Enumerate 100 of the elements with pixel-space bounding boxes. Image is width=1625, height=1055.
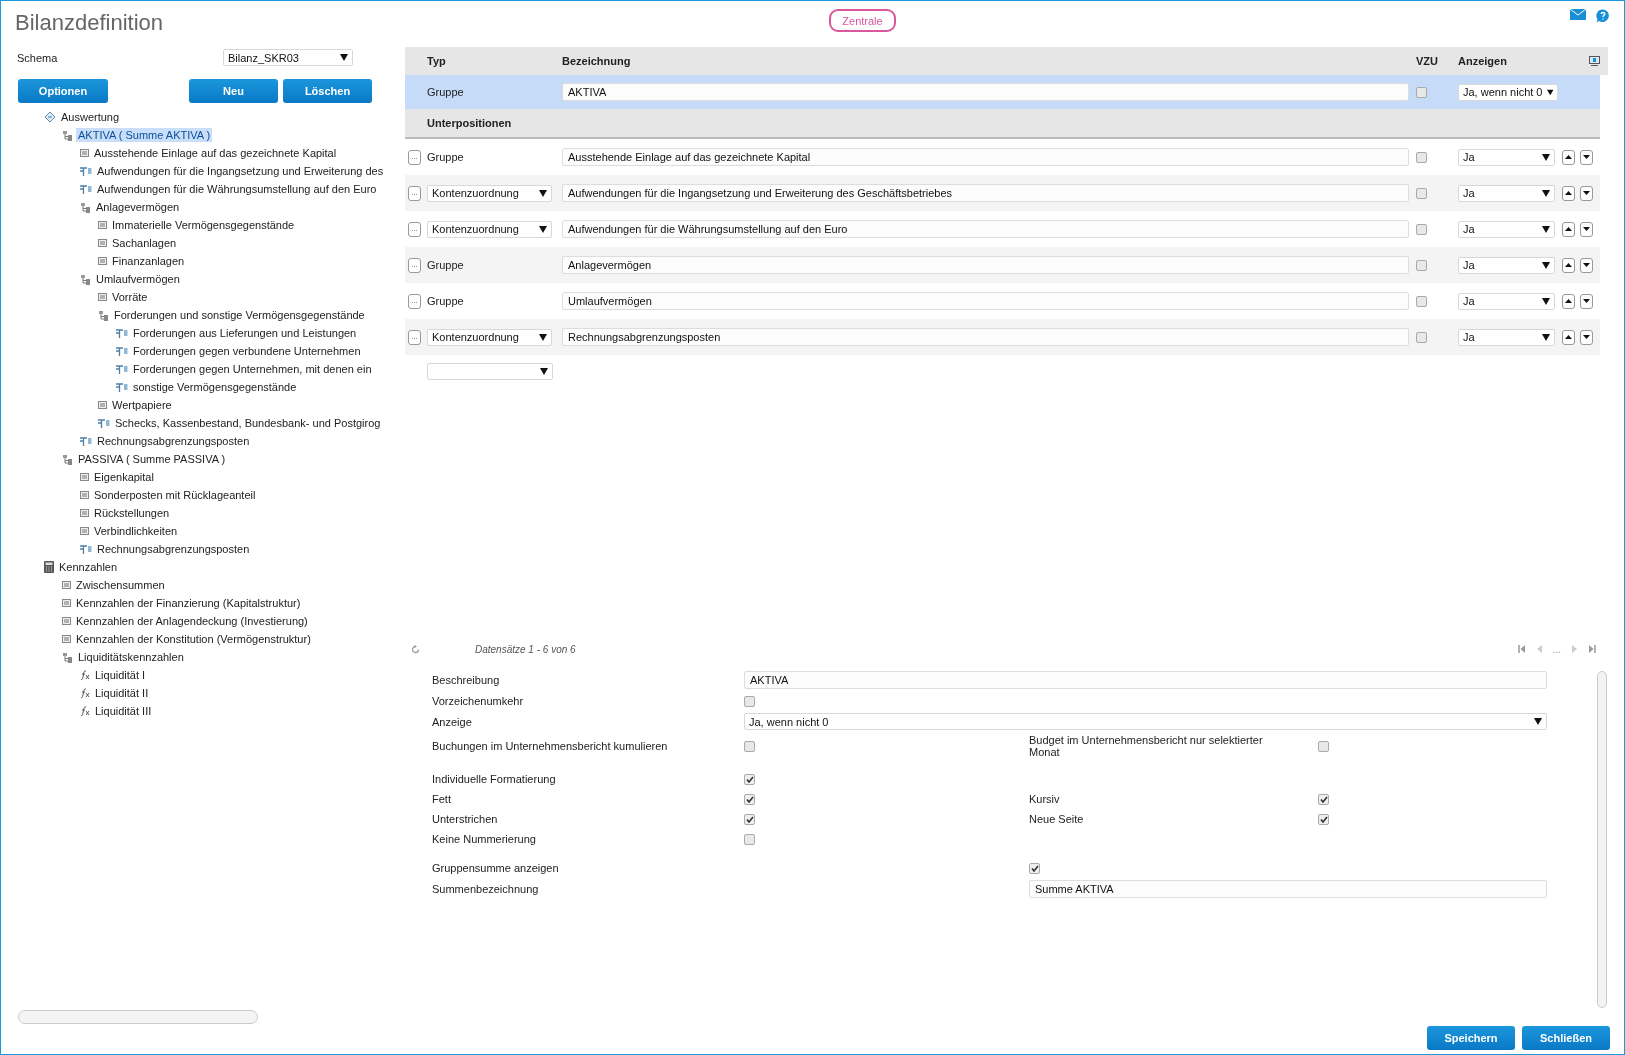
tree-item[interactable]: Forderungen und sonstige Vermögensgegenstände (112, 308, 367, 322)
name-field[interactable]: Ausstehende Einlage auf das gezeichnete Kapital (562, 148, 1409, 166)
checkbox[interactable] (744, 773, 755, 785)
tree-item[interactable]: Zwischensummen (74, 578, 167, 592)
move-down-button[interactable] (1580, 221, 1593, 237)
display-select[interactable]: Ja (1458, 256, 1555, 274)
checkbox[interactable] (1416, 331, 1427, 343)
refresh-icon[interactable] (411, 644, 420, 654)
move-down-button[interactable] (1580, 329, 1593, 345)
tree-item[interactable]: Rechnungsabgrenzungsposten (95, 434, 252, 448)
checkbox[interactable] (744, 813, 755, 825)
action-button[interactable]: Speichern (1427, 1026, 1515, 1050)
tree-item[interactable]: Forderungen aus Lieferungen und Leistungen (131, 326, 359, 340)
display-select[interactable]: Ja (1458, 220, 1555, 238)
tree-item[interactable]: Aufwendungen für die Währungsumstellung auf den Euro (95, 182, 379, 196)
horizontal-scrollbar[interactable] (18, 1010, 258, 1024)
display-select[interactable]: Ja, wenn nicht 0 (744, 713, 1547, 730)
type-select[interactable]: Kontenzuordnung (427, 328, 552, 346)
tree-item[interactable]: Ausstehende Einlage auf das gezeichnete Kapital (92, 146, 339, 160)
move-down-button[interactable] (1580, 293, 1593, 309)
tree-item[interactable]: Forderungen gegen verbundene Unternehmen (131, 344, 363, 358)
checkbox[interactable] (1416, 295, 1427, 307)
checkbox[interactable] (1029, 862, 1040, 874)
schema-select[interactable]: Bilanz_SKR03 (223, 49, 353, 66)
tree-item[interactable]: Liquiditätskennzahlen (76, 650, 186, 664)
checkbox[interactable] (744, 740, 755, 752)
display-select[interactable]: Ja, wenn nicht 0 (1458, 83, 1558, 101)
display-select[interactable]: Ja (1458, 184, 1555, 202)
tree-item[interactable]: Kennzahlen (57, 560, 120, 574)
tree-item[interactable]: PASSIVA ( Summe PASSIVA ) (76, 452, 228, 466)
tree-item[interactable]: Aufwendungen für die Ingangsetzung und Erweiterung des (95, 164, 386, 178)
tree-item[interactable]: Sachanlagen (110, 236, 179, 250)
move-up-button[interactable] (1562, 257, 1575, 273)
last-page-icon[interactable] (1588, 645, 1596, 653)
help-icon[interactable] (1596, 9, 1610, 23)
tree-item[interactable]: Anlagevermögen (94, 200, 182, 214)
tree-item[interactable]: Kennzahlen der Anlagendeckung (Investierung) (74, 614, 310, 628)
move-up-button[interactable] (1562, 221, 1575, 237)
move-down-button[interactable] (1580, 185, 1593, 201)
tree-item[interactable]: Finanzanlagen (110, 254, 187, 268)
checkbox[interactable] (1318, 793, 1329, 805)
checkbox[interactable] (1416, 187, 1427, 199)
tree-item[interactable]: Immaterielle Vermögensgegenstände (110, 218, 297, 232)
move-down-button[interactable] (1580, 149, 1593, 165)
checkbox[interactable] (744, 833, 755, 845)
name-field[interactable]: Anlagevermögen (562, 256, 1409, 274)
tree-item[interactable]: Rückstellungen (92, 506, 172, 520)
display-select[interactable]: Ja (1458, 328, 1555, 346)
tree-item[interactable]: Eigenkapital (92, 470, 156, 484)
text-field[interactable]: Summe AKTIVA (1029, 880, 1547, 898)
name-field[interactable]: Umlaufvermögen (562, 292, 1409, 310)
tree-item[interactable]: Kennzahlen der Konstitution (Vermögenstruktur) (74, 632, 313, 646)
caret-icon (1542, 225, 1550, 233)
tree-item[interactable]: Schecks, Kassenbestand, Bundesbank- und Postgirog (113, 416, 383, 430)
action-button[interactable]: Neu (189, 79, 278, 103)
move-up-button[interactable] (1562, 149, 1575, 165)
checkbox[interactable] (744, 793, 755, 805)
type-select[interactable]: Kontenzuordnung (427, 220, 552, 238)
action-button[interactable]: Optionen (18, 79, 108, 103)
tree-item[interactable]: Forderungen gegen Unternehmen, mit denen ein (131, 362, 374, 376)
name-field[interactable]: AKTIVA (562, 83, 1409, 101)
mail-icon[interactable] (1570, 9, 1586, 20)
name-field[interactable]: Aufwendungen für die Ingangsetzung und Erweiterung des Geschäftsbetriebes (562, 184, 1409, 202)
action-button[interactable]: Löschen (283, 79, 372, 103)
first-page-icon[interactable] (1517, 645, 1526, 653)
tree-item[interactable]: Liquidität III (93, 704, 154, 718)
text-field[interactable]: AKTIVA (744, 671, 1547, 689)
move-up-button[interactable] (1562, 293, 1575, 309)
tree-item[interactable]: Kennzahlen der Finanzierung (Kapitalstruktur) (74, 596, 303, 610)
action-button[interactable]: Schließen (1522, 1026, 1610, 1050)
tree-item[interactable]: Liquidität I (93, 668, 148, 682)
tree-item[interactable]: Wertpapiere (110, 398, 174, 412)
checkbox[interactable] (1318, 740, 1329, 752)
tree-item[interactable]: Sonderposten mit Rücklageanteil (92, 488, 258, 502)
move-down-button[interactable] (1580, 257, 1593, 273)
vertical-scrollbar[interactable] (1597, 671, 1607, 1008)
tree-item[interactable]: Liquidität II (93, 686, 151, 700)
checkbox[interactable] (1416, 86, 1427, 98)
checkbox[interactable] (1318, 813, 1329, 825)
checkbox[interactable] (1416, 223, 1427, 235)
tree-item[interactable]: AKTIVA ( Summe AKTIVA ) (76, 128, 213, 142)
name-field[interactable]: Rechnungsabgrenzungsposten (562, 328, 1409, 346)
checkbox[interactable] (1416, 151, 1427, 163)
tree-item[interactable]: Auswertung (59, 110, 122, 124)
tree-item[interactable]: sonstige Vermögensgegenstände (131, 380, 299, 394)
selected-row[interactable]: Gruppe AKTIVA Ja, wenn nicht 0 (405, 75, 1600, 109)
tree-item[interactable]: Vorräte (110, 290, 150, 304)
list-icon (98, 257, 107, 265)
monitor-icon[interactable] (1589, 56, 1600, 66)
move-up-button[interactable] (1562, 185, 1575, 201)
tree-item[interactable]: Verbindlichkeiten (92, 524, 180, 538)
tree-item[interactable]: Rechnungsabgrenzungsposten (95, 542, 252, 556)
move-up-button[interactable] (1562, 329, 1575, 345)
checkbox[interactable] (744, 695, 755, 707)
type-select[interactable]: Kontenzuordnung (427, 184, 552, 202)
checkbox[interactable] (1416, 259, 1427, 271)
name-field[interactable]: Aufwendungen für die Währungsumstellung auf den Euro (562, 220, 1409, 238)
display-select[interactable]: Ja (1458, 148, 1555, 166)
tree-item[interactable]: Umlaufvermögen (94, 272, 182, 286)
display-select[interactable]: Ja (1458, 292, 1555, 310)
